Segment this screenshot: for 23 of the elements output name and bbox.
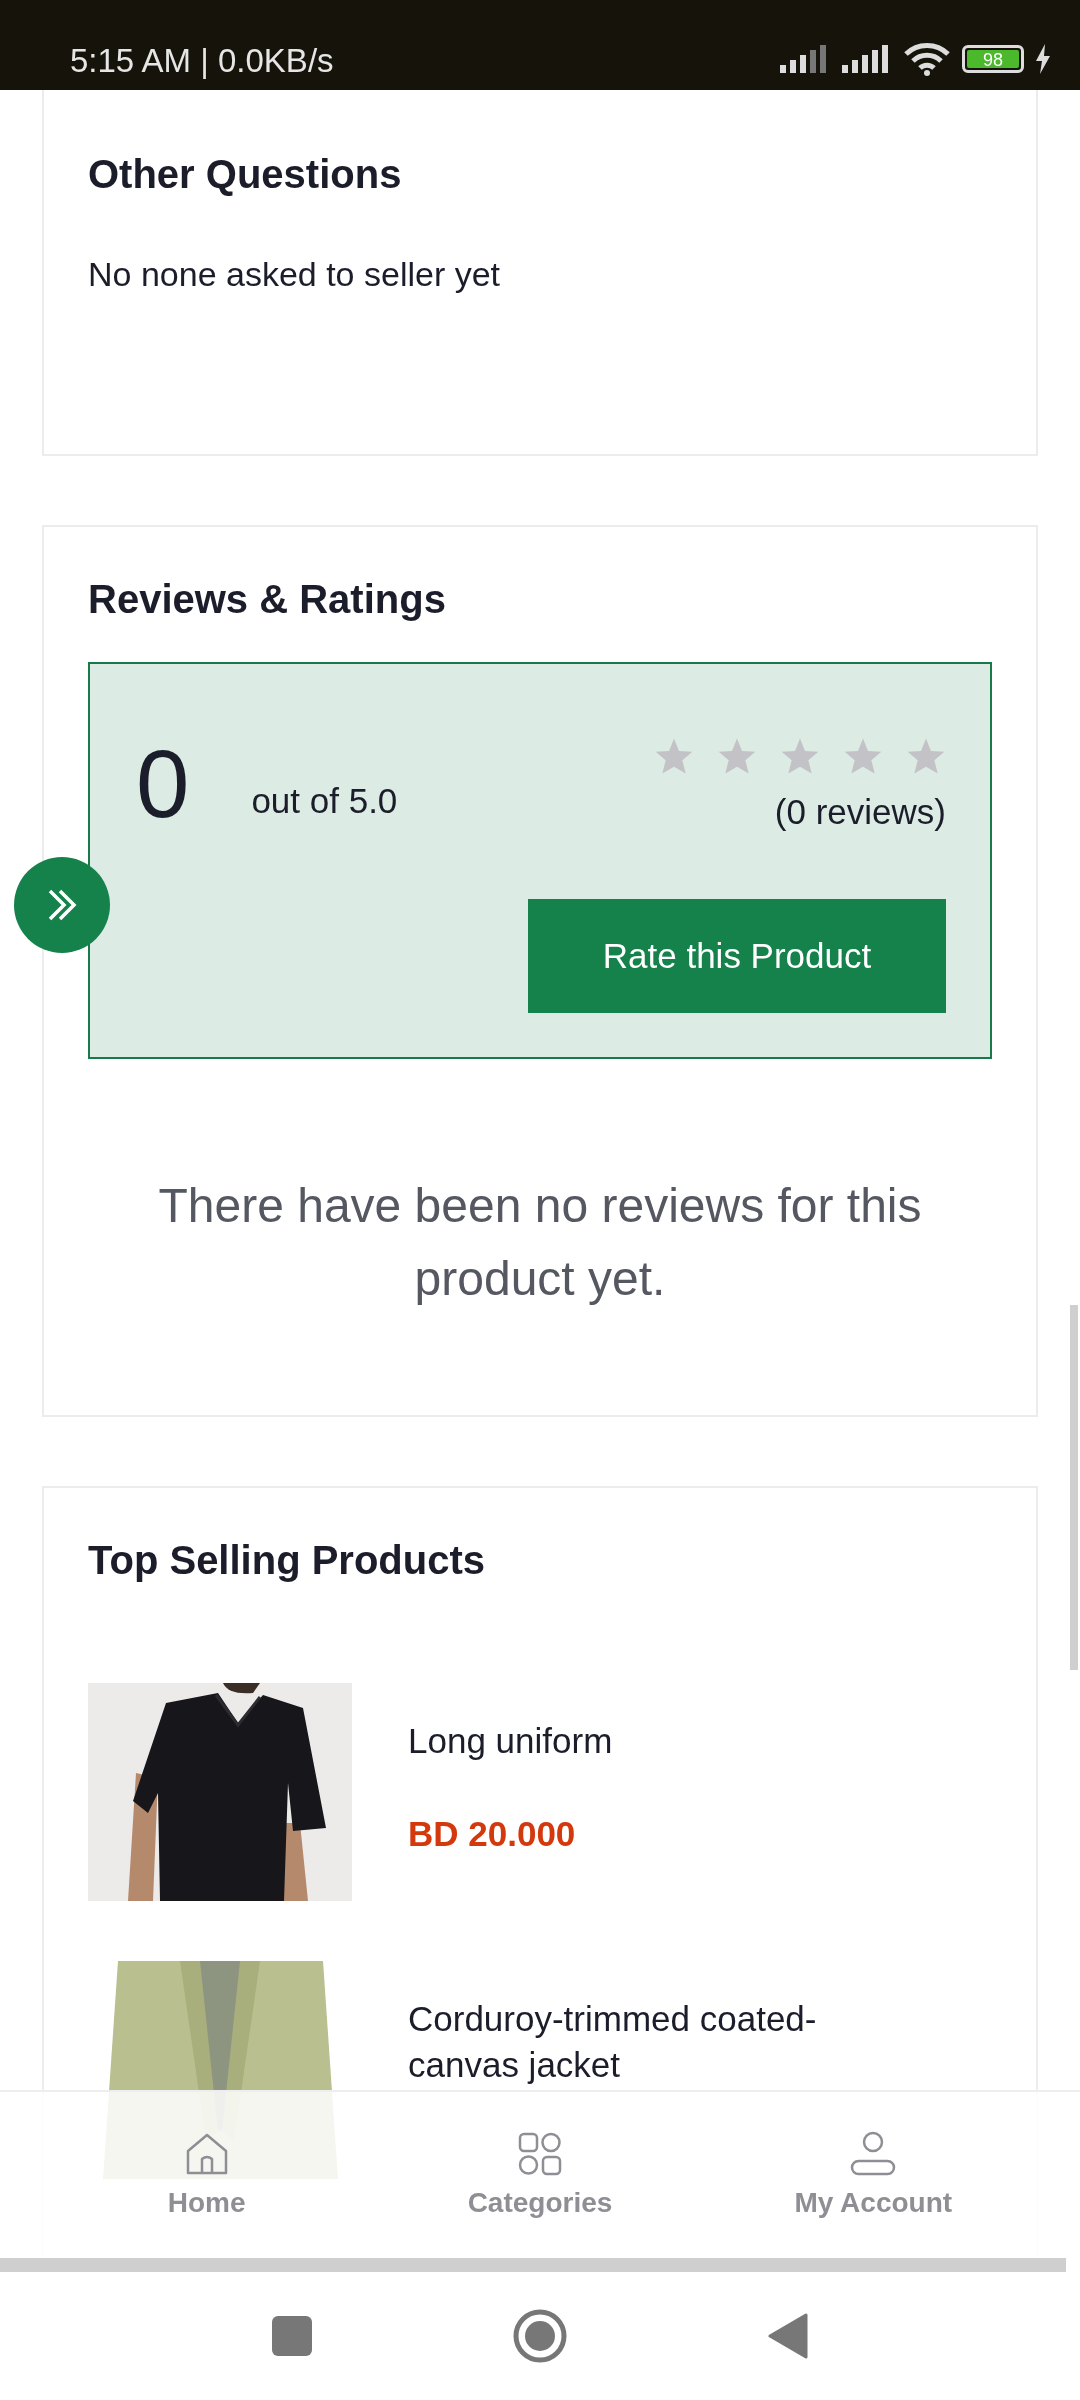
charging-icon [1036,44,1050,74]
product-name[interactable]: Corduroy-trimmed coated-canvas jacket [408,1996,908,2088]
section-title: Top Selling Products [88,1538,487,1583]
product-name[interactable]: Long uniform [408,1718,908,1764]
rate-product-button[interactable]: Rate this Product [528,899,946,1013]
rating-score: 0 [136,736,190,832]
nav-item[interactable]: Categories [410,2131,670,2219]
account-icon [850,2131,897,2177]
product-price: BD 20.000 [408,1814,577,1854]
questions-message: No none asked to seller yet [88,255,502,294]
nav-item[interactable]: My Account [743,2131,1004,2219]
empty-reviews-message: There have been no reviews for this product yet. [157,1178,923,1307]
home-button-icon[interactable] [512,2308,568,2364]
battery-level: 98 [967,50,1019,68]
rating-scale: out of 5.0 [251,781,398,821]
wifi-icon [904,42,950,76]
nav-item[interactable]: Home [76,2131,337,2219]
section-title: Other Questions [88,152,403,197]
section-title: Reviews & Ratings [88,577,447,622]
back-icon[interactable] [768,2313,808,2359]
categories-icon [517,2131,563,2177]
status-time: 5:15 AM | 0.0KB/s [70,42,334,80]
review-count: (0 reviews) [774,792,946,832]
